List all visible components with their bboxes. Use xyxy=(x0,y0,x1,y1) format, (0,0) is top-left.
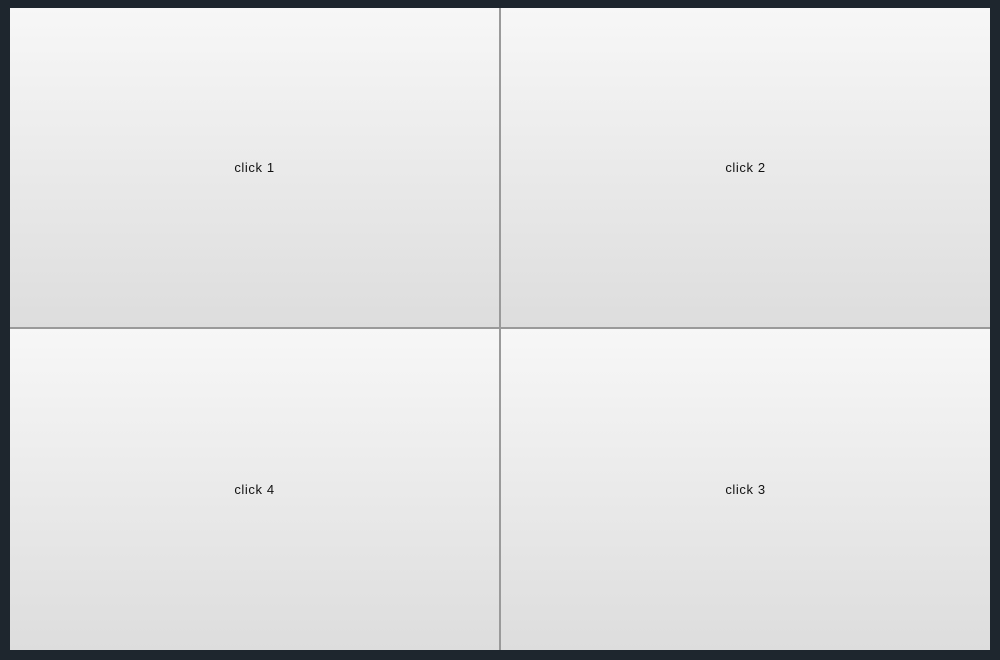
click-2-label: click 2 xyxy=(725,160,766,175)
click-3-button[interactable]: click 3 xyxy=(501,329,990,650)
click-2-button[interactable]: click 2 xyxy=(501,8,990,327)
click-1-label: click 1 xyxy=(234,160,275,175)
button-grid-frame: click 1 click 2 click 4 click 3 xyxy=(10,8,990,650)
click-4-button[interactable]: click 4 xyxy=(10,329,499,650)
click-1-button[interactable]: click 1 xyxy=(10,8,499,327)
click-3-label: click 3 xyxy=(725,482,766,497)
click-4-label: click 4 xyxy=(234,482,275,497)
button-grid: click 1 click 2 click 4 click 3 xyxy=(10,8,990,650)
